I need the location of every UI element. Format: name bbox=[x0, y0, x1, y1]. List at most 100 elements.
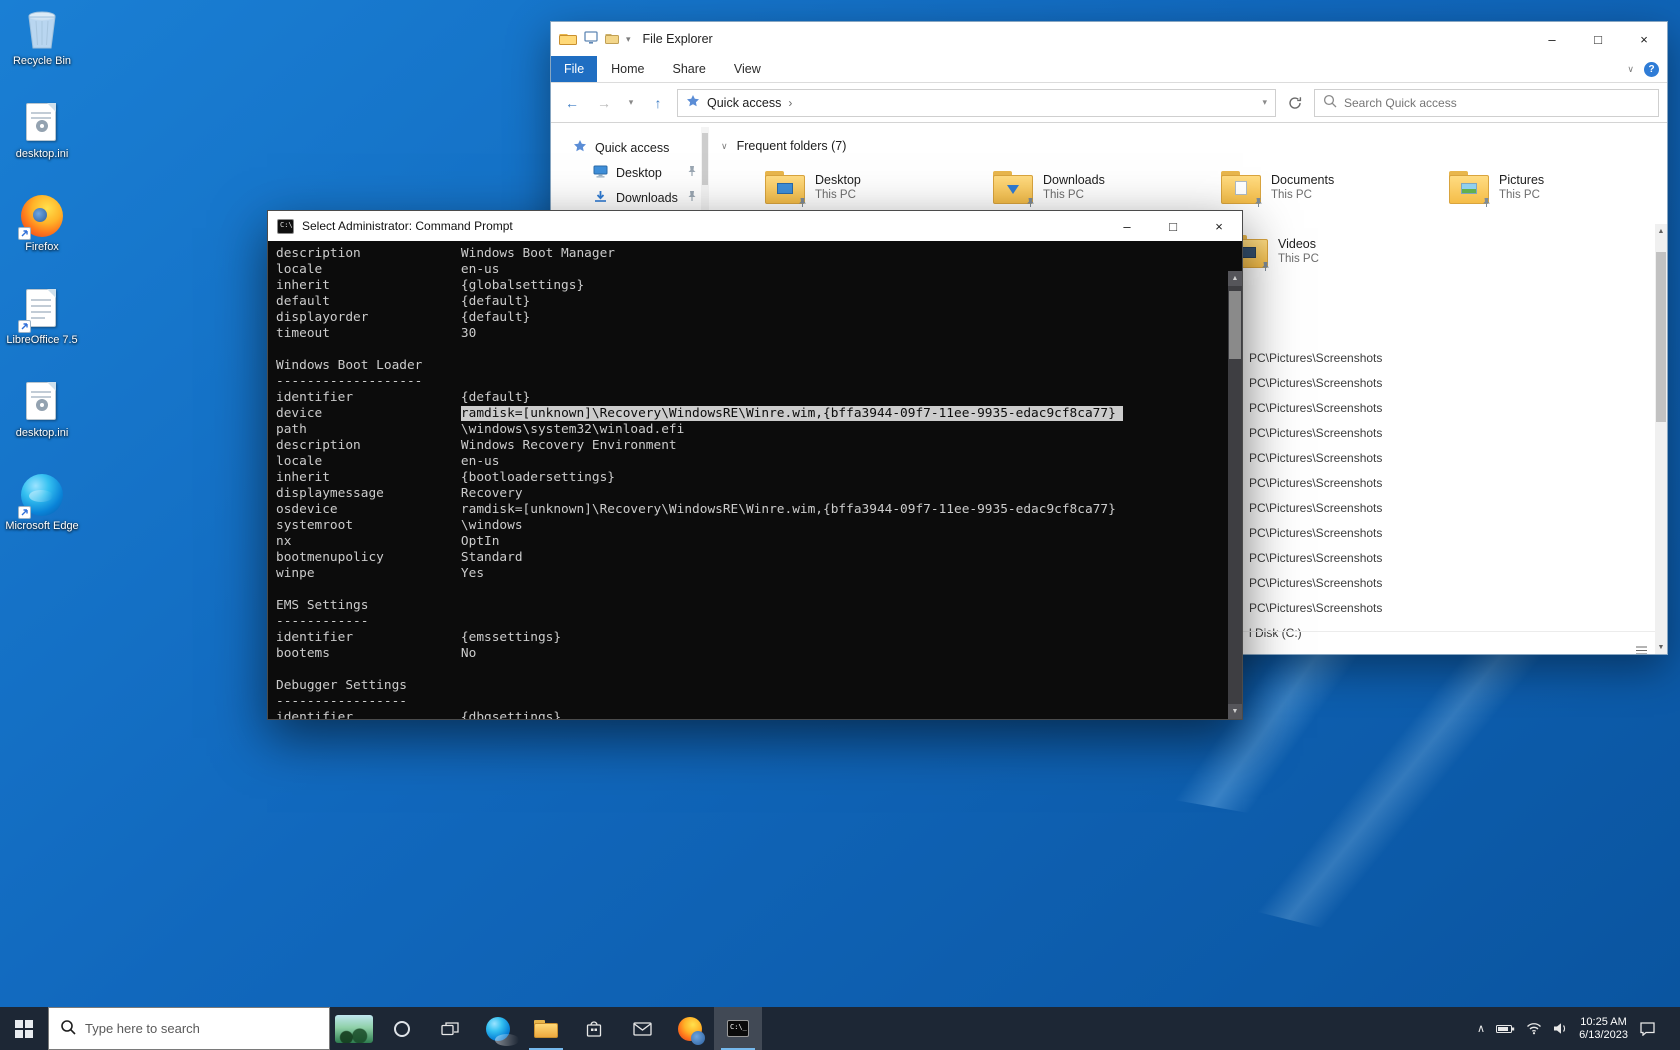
scrollbar-thumb[interactable] bbox=[1229, 291, 1241, 359]
breadcrumb-separator[interactable]: › bbox=[788, 96, 792, 110]
recent-file-path[interactable]: PC\Pictures\Screenshots bbox=[1249, 521, 1382, 546]
recent-file-path[interactable]: PC\Pictures\Screenshots bbox=[1249, 471, 1382, 496]
qat-properties-icon[interactable] bbox=[584, 31, 598, 47]
sidebar-item-desktop[interactable]: Desktop bbox=[551, 160, 711, 185]
address-box[interactable]: Quick access › ▾ bbox=[677, 89, 1276, 117]
terminal-body[interactable]: description Windows Boot Manager locale … bbox=[268, 241, 1242, 719]
desktop-icon-label: Microsoft Edge bbox=[5, 520, 78, 533]
scrollbar-thumb[interactable] bbox=[1656, 252, 1666, 422]
network-wifi-icon[interactable] bbox=[1526, 1022, 1542, 1035]
folder-tile-downloads[interactable]: DownloadsThis PC bbox=[993, 163, 1213, 211]
taskbar-mail-button[interactable] bbox=[618, 1007, 666, 1050]
close-button[interactable]: × bbox=[1621, 22, 1667, 56]
command-prompt-window: Select Administrator: Command Prompt – □… bbox=[267, 210, 1243, 720]
cmd-scrollbar[interactable]: ▲ ▼ bbox=[1228, 271, 1242, 719]
section-collapse-icon[interactable]: ∨ bbox=[721, 141, 728, 152]
desktop-icon-microsoft-edge[interactable]: Microsoft Edge bbox=[2, 473, 82, 551]
file-explorer-icon bbox=[534, 1020, 558, 1038]
taskbar-search-box[interactable] bbox=[48, 1007, 330, 1050]
taskbar-task-view-button[interactable] bbox=[426, 1007, 474, 1050]
forward-button[interactable]: → bbox=[591, 90, 617, 116]
taskbar-file-explorer-button[interactable] bbox=[522, 1007, 570, 1050]
explorer-search-box[interactable] bbox=[1314, 89, 1659, 117]
explorer-scrollbar[interactable]: ▲ ▼ bbox=[1655, 224, 1667, 654]
desktop-icon-firefox[interactable]: Firefox bbox=[2, 194, 82, 272]
recent-file-path[interactable]: PC\Pictures\Screenshots bbox=[1249, 596, 1382, 621]
taskbar-command-prompt-button[interactable] bbox=[714, 1007, 762, 1050]
close-button[interactable]: × bbox=[1196, 211, 1242, 241]
maximize-button[interactable]: □ bbox=[1575, 22, 1621, 56]
folder-tile-documents[interactable]: DocumentsThis PC bbox=[1221, 163, 1441, 211]
scroll-up-icon[interactable]: ▲ bbox=[1655, 224, 1667, 238]
up-button[interactable]: ↑ bbox=[645, 90, 671, 116]
recent-file-path[interactable]: PC\Pictures\Screenshots bbox=[1249, 371, 1382, 396]
pin-icon bbox=[798, 197, 807, 211]
search-input[interactable] bbox=[1344, 96, 1650, 110]
minimize-button[interactable]: – bbox=[1104, 211, 1150, 241]
tray-chevron-up-icon[interactable]: ∧ bbox=[1477, 1022, 1485, 1035]
desktop-icon-desktop-ini-1[interactable]: desktop.ini bbox=[2, 101, 82, 179]
taskbar-store-button[interactable] bbox=[570, 1007, 618, 1050]
action-center-icon[interactable] bbox=[1639, 1021, 1656, 1036]
sidebar-item-downloads[interactable]: Downloads bbox=[551, 185, 711, 210]
recent-locations-chevron-icon[interactable]: ▾ bbox=[623, 90, 639, 116]
firefox-icon bbox=[678, 1017, 702, 1041]
maximize-button[interactable]: □ bbox=[1150, 211, 1196, 241]
scrollbar-thumb[interactable] bbox=[702, 133, 708, 185]
cmd-window-title: Select Administrator: Command Prompt bbox=[302, 219, 513, 233]
tab-file[interactable]: File bbox=[551, 56, 597, 82]
recent-file-path[interactable]: PC\Pictures\Screenshots bbox=[1249, 546, 1382, 571]
recent-file-path[interactable]: PC\Pictures\Screenshots bbox=[1249, 421, 1382, 446]
qat-customize-chevron-icon[interactable]: ▾ bbox=[626, 34, 631, 45]
address-dropdown-icon[interactable]: ▾ bbox=[1262, 97, 1267, 108]
taskbar-cortana-button[interactable] bbox=[378, 1007, 426, 1050]
recent-file-path[interactable]: PC\Pictures\Screenshots bbox=[1249, 346, 1382, 371]
sidebar-item-label: Downloads bbox=[616, 191, 678, 205]
local-disk-item[interactable]: l Disk (C:) bbox=[1249, 621, 1302, 646]
back-button[interactable]: ← bbox=[559, 90, 585, 116]
folder-icon bbox=[765, 171, 805, 204]
taskbar-clock[interactable]: 10:25 AM 6/13/2023 bbox=[1579, 1016, 1628, 1042]
taskbar-firefox-button[interactable] bbox=[666, 1007, 714, 1050]
folder-tile-pictures[interactable]: PicturesThis PC bbox=[1449, 163, 1655, 211]
recent-file-path[interactable]: PC\Pictures\Screenshots bbox=[1249, 396, 1382, 421]
refresh-button[interactable] bbox=[1282, 90, 1308, 116]
details-view-icon[interactable] bbox=[1633, 642, 1650, 654]
battery-icon[interactable] bbox=[1496, 1024, 1515, 1034]
folder-tile-videos[interactable]: VideosThis PC bbox=[1228, 227, 1448, 275]
speaker-icon[interactable] bbox=[1553, 1022, 1568, 1035]
taskbar-search-input[interactable] bbox=[85, 1021, 318, 1036]
sidebar-item-quick-access[interactable]: Quick access bbox=[551, 135, 711, 160]
search-icon bbox=[1323, 94, 1337, 111]
scroll-down-icon[interactable]: ▼ bbox=[1228, 704, 1242, 719]
tab-share[interactable]: Share bbox=[659, 56, 720, 82]
qat-new-folder-icon[interactable] bbox=[605, 32, 619, 47]
minimize-button[interactable]: – bbox=[1529, 22, 1575, 56]
desktop-icon-libreoffice[interactable]: LibreOffice 7.5 bbox=[2, 287, 82, 365]
desktop-icon-desktop-ini-2[interactable]: desktop.ini bbox=[2, 380, 82, 458]
pin-icon bbox=[687, 190, 697, 205]
ribbon-collapse-icon[interactable]: ∨ bbox=[1627, 64, 1634, 75]
recycle-bin-icon bbox=[20, 8, 64, 52]
scroll-down-icon[interactable]: ▼ bbox=[1655, 640, 1667, 654]
explorer-titlebar[interactable]: ▾ File Explorer – □ × bbox=[551, 22, 1667, 56]
tab-view[interactable]: View bbox=[720, 56, 775, 82]
tab-home[interactable]: Home bbox=[597, 56, 658, 82]
recent-file-path[interactable]: PC\Pictures\Screenshots bbox=[1249, 571, 1382, 596]
windows-logo-icon bbox=[15, 1020, 33, 1038]
cmd-titlebar[interactable]: Select Administrator: Command Prompt – □… bbox=[268, 211, 1242, 241]
recent-file-path[interactable]: PC\Pictures\Screenshots bbox=[1249, 496, 1382, 521]
taskbar-edge-button[interactable] bbox=[474, 1007, 522, 1050]
taskbar-widgets-button[interactable] bbox=[330, 1007, 378, 1050]
start-button[interactable] bbox=[0, 1007, 48, 1050]
breadcrumb[interactable]: Quick access bbox=[707, 96, 781, 110]
folder-tile-desktop[interactable]: DesktopThis PC bbox=[765, 163, 985, 211]
help-icon[interactable]: ? bbox=[1644, 62, 1659, 77]
scroll-up-icon[interactable]: ▲ bbox=[1228, 271, 1242, 286]
recent-file-path[interactable]: PC\Pictures\Screenshots bbox=[1249, 446, 1382, 471]
section-title: Frequent folders (7) bbox=[737, 139, 847, 153]
pin-icon bbox=[1026, 197, 1035, 211]
frequent-folders-header[interactable]: ∨ Frequent folders (7) bbox=[721, 139, 846, 153]
view-toggle-buttons bbox=[1633, 642, 1655, 654]
desktop-icon-recycle-bin[interactable]: Recycle Bin bbox=[2, 8, 82, 86]
